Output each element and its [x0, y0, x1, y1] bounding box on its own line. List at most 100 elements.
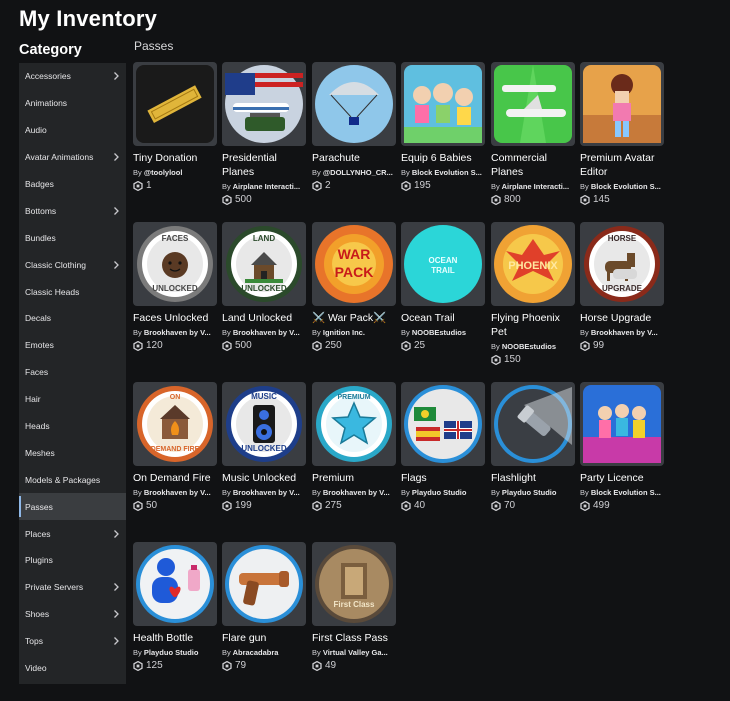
creator-link[interactable]: NOOBEstudios [412, 328, 466, 337]
creator-link[interactable]: Virtual Valley Ga... [323, 648, 388, 657]
sidebar-item-places[interactable]: Places [19, 520, 126, 547]
item-name[interactable]: Ocean Trail [401, 311, 485, 325]
item-thumbnail[interactable] [580, 62, 664, 146]
item-name[interactable]: Health Bottle [133, 631, 217, 645]
item-card-land-unlocked[interactable]: LAND UNLOCKED Land Unlocked By Brookhaven b… [222, 222, 306, 372]
sidebar-item-tops[interactable]: Tops [19, 628, 126, 655]
item-name[interactable]: Flying Phoenix Pet [491, 311, 575, 339]
item-name[interactable]: Faces Unlocked [133, 311, 217, 325]
sidebar-item-audio[interactable]: Audio [19, 117, 126, 144]
sidebar-item-accessories[interactable]: Accessories [19, 63, 126, 90]
sidebar-item-video[interactable]: Video [19, 655, 126, 682]
item-name[interactable]: Party Licence [580, 471, 664, 485]
item-name[interactable]: On Demand Fire [133, 471, 217, 485]
item-name[interactable]: Flashlight [491, 471, 575, 485]
creator-link[interactable]: Brookhaven by V... [144, 328, 211, 337]
item-thumbnail[interactable]: ON DEMAND FIRE [133, 382, 217, 466]
item-card-flags[interactable]: Flags By Playduo Studio 40 [401, 382, 485, 532]
sidebar-item-classic-heads[interactable]: Classic Heads [19, 278, 126, 305]
item-name[interactable]: Flare gun [222, 631, 306, 645]
item-card-premium[interactable]: PREMIUM Premium By Brookhaven by V... 275 [312, 382, 396, 532]
item-thumbnail[interactable] [491, 62, 575, 146]
sidebar-item-decals[interactable]: Decals [19, 305, 126, 332]
creator-link[interactable]: NOOBEstudios [502, 342, 556, 351]
item-name[interactable]: Presidential Planes [222, 151, 306, 179]
creator-link[interactable]: @DOLLYNHO_CR... [323, 168, 393, 177]
item-name[interactable]: Tiny Donation [133, 151, 217, 165]
item-name[interactable]: ⚔️ War Pack⚔️ [312, 311, 396, 325]
item-thumbnail[interactable]: First Class [312, 542, 396, 626]
item-name[interactable]: Flags [401, 471, 485, 485]
item-thumbnail[interactable]: OCEAN TRAIL [401, 222, 485, 306]
item-card-flying-phoenix-pet[interactable]: PHOENIX Flying Phoenix Pet By NOOBEstudios… [491, 222, 575, 372]
sidebar-item-plugins[interactable]: Plugins [19, 547, 126, 574]
item-thumbnail[interactable]: LAND UNLOCKED [222, 222, 306, 306]
item-card-flare-gun[interactable]: Flare gun By Abracadabra 79 [222, 542, 306, 692]
sidebar-item-faces[interactable]: Faces [19, 359, 126, 386]
item-card-premium-avatar-editor[interactable]: Premium Avatar Editor By Block Evolution … [580, 62, 664, 212]
item-card-faces-unlocked[interactable]: FACES UNLOCKED Faces Unlocked By Brookhaven… [133, 222, 217, 372]
item-thumbnail[interactable] [491, 382, 575, 466]
creator-link[interactable]: Block Evolution S... [591, 488, 661, 497]
sidebar-item-private-servers[interactable]: Private Servers [19, 574, 126, 601]
item-name[interactable]: Premium Avatar Editor [580, 151, 664, 179]
creator-link[interactable]: Brookhaven by V... [144, 488, 211, 497]
creator-link[interactable]: Airplane Interacti... [502, 182, 570, 191]
item-card-music-unlocked[interactable]: MUSIC UNLOCKED Music Unlocked By Brookhaven… [222, 382, 306, 532]
item-thumbnail[interactable]: MUSIC UNLOCKED [222, 382, 306, 466]
item-thumbnail[interactable] [133, 542, 217, 626]
item-name[interactable]: Parachute [312, 151, 396, 165]
item-thumbnail[interactable]: PHOENIX [491, 222, 575, 306]
item-name[interactable]: Land Unlocked [222, 311, 306, 325]
sidebar-item-meshes[interactable]: Meshes [19, 439, 126, 466]
item-thumbnail[interactable] [222, 542, 306, 626]
item-thumbnail[interactable] [222, 62, 306, 146]
creator-link[interactable]: Brookhaven by V... [323, 488, 390, 497]
item-card-flashlight[interactable]: Flashlight By Playduo Studio 70 [491, 382, 575, 532]
sidebar-item-shoes[interactable]: Shoes [19, 601, 126, 628]
creator-link[interactable]: Playduo Studio [144, 648, 199, 657]
item-card-war-pack[interactable]: WAR PACK ⚔️ War Pack⚔️ By Ignition Inc. 250 [312, 222, 396, 372]
item-thumbnail[interactable] [401, 382, 485, 466]
item-card-tiny-donation[interactable]: Tiny Donation By @toolylool 1 [133, 62, 217, 212]
creator-link[interactable]: Block Evolution S... [412, 168, 482, 177]
creator-link[interactable]: Brookhaven by V... [591, 328, 658, 337]
item-thumbnail[interactable]: HORSE UPGRADE [580, 222, 664, 306]
sidebar-item-bundles[interactable]: Bundles [19, 224, 126, 251]
creator-link[interactable]: Abracadabra [233, 648, 279, 657]
item-name[interactable]: Equip 6 Babies [401, 151, 485, 165]
item-name[interactable]: Premium [312, 471, 396, 485]
item-card-commercial-planes[interactable]: Commercial Planes By Airplane Interacti..… [491, 62, 575, 212]
creator-link[interactable]: Block Evolution S... [591, 182, 661, 191]
sidebar-item-avatar-animations[interactable]: Avatar Animations [19, 144, 126, 171]
item-thumbnail[interactable] [401, 62, 485, 146]
creator-link[interactable]: @toolylool [144, 168, 183, 177]
item-card-horse-upgrade[interactable]: HORSE UPGRADE Horse Upgrade By Brookhaven b… [580, 222, 664, 372]
sidebar-item-animations[interactable]: Animations [19, 90, 126, 117]
item-card-presidential-planes[interactable]: Presidential Planes By Airplane Interacti… [222, 62, 306, 212]
item-thumbnail[interactable]: WAR PACK [312, 222, 396, 306]
sidebar-item-models-and-packages[interactable]: Models & Packages [19, 466, 126, 493]
item-thumbnail[interactable] [312, 62, 396, 146]
creator-link[interactable]: Airplane Interacti... [233, 182, 301, 191]
sidebar-item-bottoms[interactable]: Bottoms [19, 197, 126, 224]
item-name[interactable]: Horse Upgrade [580, 311, 664, 325]
sidebar-item-badges[interactable]: Badges [19, 171, 126, 198]
item-card-first-class-pass[interactable]: First Class First Class Pass By Virtual Va… [312, 542, 396, 692]
creator-link[interactable]: Ignition Inc. [323, 328, 365, 337]
creator-link[interactable]: Brookhaven by V... [233, 328, 300, 337]
sidebar-item-hair[interactable]: Hair [19, 386, 126, 413]
item-thumbnail[interactable]: PREMIUM [312, 382, 396, 466]
sidebar-item-classic-clothing[interactable]: Classic Clothing [19, 251, 126, 278]
creator-link[interactable]: Playduo Studio [412, 488, 467, 497]
item-name[interactable]: First Class Pass [312, 631, 396, 645]
item-card-equip-6-babies[interactable]: Equip 6 Babies By Block Evolution S... 195 [401, 62, 485, 212]
sidebar-item-emotes[interactable]: Emotes [19, 332, 126, 359]
item-card-ocean-trail[interactable]: OCEAN TRAIL Ocean Trail By NOOBEstudios 25 [401, 222, 485, 372]
item-card-on-demand-fire[interactable]: ON DEMAND FIRE On Demand Fire By Brookhaven… [133, 382, 217, 532]
item-name[interactable]: Commercial Planes [491, 151, 575, 179]
item-thumbnail[interactable] [580, 382, 664, 466]
creator-link[interactable]: Brookhaven by V... [233, 488, 300, 497]
item-card-party-licence[interactable]: Party Licence By Block Evolution S... 499 [580, 382, 664, 532]
item-card-parachute[interactable]: Parachute By @DOLLYNHO_CR... 2 [312, 62, 396, 212]
